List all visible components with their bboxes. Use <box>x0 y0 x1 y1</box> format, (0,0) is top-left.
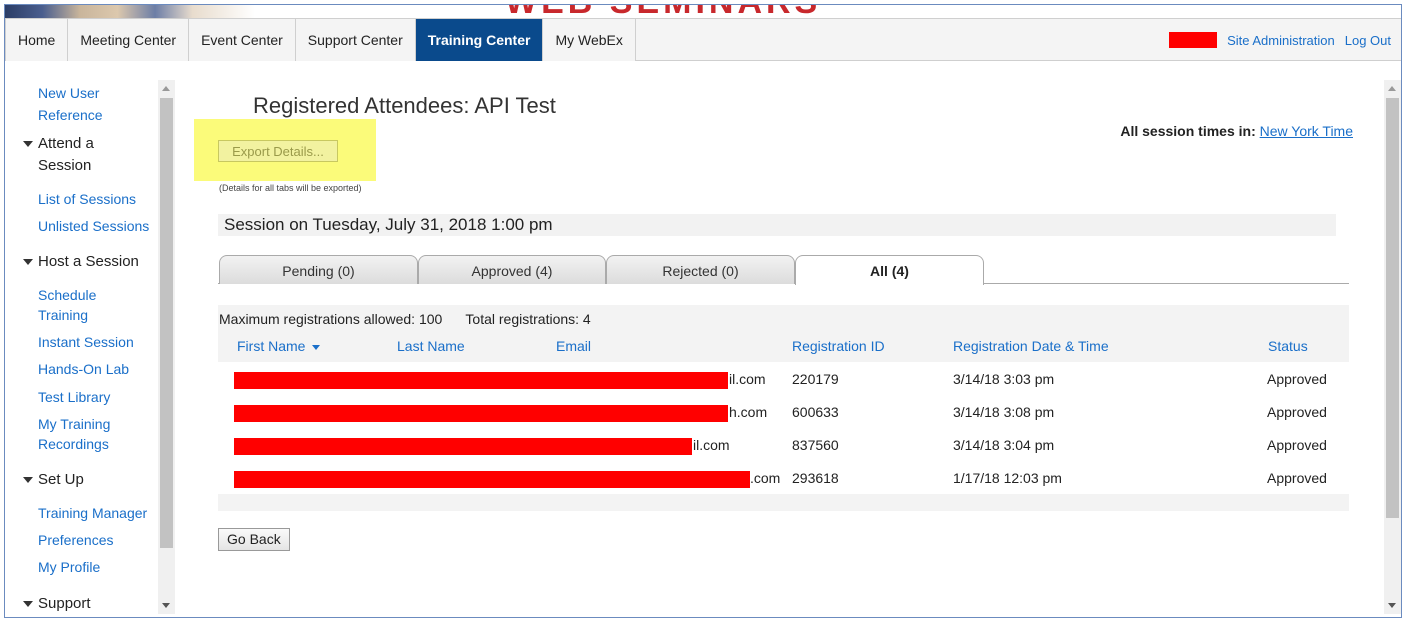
column-registration-id[interactable]: Registration ID <box>792 338 885 354</box>
column-status[interactable]: Status <box>1268 338 1308 354</box>
go-back-button[interactable]: Go Back <box>218 528 290 551</box>
table-row[interactable]: il.com 837560 3/14/18 3:04 pm Approved <box>218 428 1349 461</box>
sidebar-item-preferences[interactable]: Preferences <box>38 530 113 550</box>
tab-all[interactable]: All (4) <box>795 255 984 285</box>
registration-date: 3/14/18 3:08 pm <box>953 404 1055 420</box>
sidebar-item-training-manager[interactable]: Training Manager <box>38 503 147 523</box>
scroll-up-icon[interactable] <box>162 86 170 91</box>
tab-training-center[interactable]: Training Center <box>415 19 544 61</box>
export-details-button[interactable]: Export Details... <box>218 140 338 162</box>
status: Approved <box>1267 470 1327 486</box>
caret-down-icon <box>23 477 33 484</box>
sidebar-section-host[interactable]: Host a Session <box>23 251 139 273</box>
registration-id: 220179 <box>792 371 839 387</box>
product-tabs: Home Meeting Center Event Center Support… <box>5 19 636 61</box>
column-last-name[interactable]: Last Name <box>397 338 465 354</box>
nav-right: Site Administration Log Out <box>1169 19 1391 61</box>
email-tail: h.com <box>729 404 768 420</box>
status: Approved <box>1267 437 1327 453</box>
tab-event-center[interactable]: Event Center <box>189 19 296 61</box>
sort-down-icon <box>312 344 321 350</box>
session-timezone: All session times in: New York Time <box>1120 123 1353 139</box>
status: Approved <box>1267 404 1327 420</box>
email-tail: .com <box>750 470 781 486</box>
sidebar-section-attend-label-2: Session <box>38 157 92 174</box>
redacted-attendee-info <box>234 471 750 488</box>
banner: WEB SEMINARS <box>5 5 1401 18</box>
sidebar-section-set-up-label: Set Up <box>38 471 84 488</box>
sidebar-item-my-profile[interactable]: My Profile <box>38 557 100 577</box>
max-registrations: Maximum registrations allowed: 100 <box>219 311 443 327</box>
column-first-name[interactable]: First Name <box>237 338 321 354</box>
site-administration-link[interactable]: Site Administration <box>1227 33 1335 48</box>
timezone-label: All session times in: <box>1120 123 1256 139</box>
table-row[interactable]: .com 293618 1/17/18 12:03 pm Approved <box>218 461 1349 494</box>
caret-down-icon <box>23 601 33 608</box>
tab-meeting-center[interactable]: Meeting Center <box>68 19 190 61</box>
redacted-username <box>1169 32 1218 48</box>
registration-id: 293618 <box>792 470 839 486</box>
sidebar-section-support[interactable]: Support <box>23 593 91 615</box>
page-title: Registered Attendees: API Test <box>253 93 556 118</box>
column-email[interactable]: Email <box>556 338 591 354</box>
tab-home[interactable]: Home <box>5 19 69 61</box>
redacted-attendee-info <box>234 405 728 422</box>
timezone-link[interactable]: New York Time <box>1260 123 1353 139</box>
main-scroll-thumb[interactable] <box>1386 98 1399 518</box>
tab-pending[interactable]: Pending (0) <box>219 255 418 284</box>
banner-photo <box>5 5 255 18</box>
registration-id: 837560 <box>792 437 839 453</box>
tab-my-webex[interactable]: My WebEx <box>543 19 636 61</box>
registration-summary: Maximum registrations allowed: 100 Total… <box>219 311 591 327</box>
export-note: (Details for all tabs will be exported) <box>219 183 362 193</box>
total-registrations: Total registrations: 4 <box>465 311 591 327</box>
sidebar-item-new-user-reference-1[interactable]: New User <box>38 83 99 103</box>
redacted-attendee-info <box>234 372 728 389</box>
sidebar-section-host-label: Host a Session <box>38 253 139 270</box>
top-nav: Home Meeting Center Event Center Support… <box>5 18 1401 61</box>
sidebar-item-list-of-sessions[interactable]: List of Sessions <box>38 189 136 209</box>
session-heading: Session on Tuesday, July 31, 2018 1:00 p… <box>224 215 553 234</box>
caret-down-icon <box>23 259 33 266</box>
sidebar-section-support-label: Support <box>38 595 91 612</box>
sidebar-item-test-library[interactable]: Test Library <box>38 387 110 407</box>
log-out-link[interactable]: Log Out <box>1345 33 1391 48</box>
sidebar-item-schedule-training-2[interactable]: Training <box>38 305 88 325</box>
table-row[interactable]: il.com 220179 3/14/18 3:03 pm Approved <box>218 362 1349 395</box>
scroll-down-icon[interactable] <box>162 603 170 608</box>
registration-date: 1/17/18 12:03 pm <box>953 470 1062 486</box>
caret-down-icon <box>23 141 33 148</box>
scroll-up-icon[interactable] <box>1388 86 1396 91</box>
status: Approved <box>1267 371 1327 387</box>
sidebar-scroll-thumb[interactable] <box>160 98 173 548</box>
main-scrollbar[interactable] <box>1384 80 1401 614</box>
sidebar-section-set-up[interactable]: Set Up <box>23 469 84 491</box>
redacted-attendee-info <box>234 438 692 455</box>
registration-date: 3/14/18 3:03 pm <box>953 371 1055 387</box>
sidebar-item-unlisted-sessions[interactable]: Unlisted Sessions <box>38 216 149 236</box>
table-row[interactable]: h.com 600633 3/14/18 3:08 pm Approved <box>218 395 1349 428</box>
sidebar-section-attend-label: Attend a <box>38 135 94 152</box>
sidebar-item-schedule-training-1[interactable]: Schedule <box>38 285 96 305</box>
registration-date: 3/14/18 3:04 pm <box>953 437 1055 453</box>
tab-approved[interactable]: Approved (4) <box>418 255 606 284</box>
column-first-name-label: First Name <box>237 338 306 354</box>
email-tail: il.com <box>693 437 730 453</box>
sidebar-section-attend[interactable]: Attend a <box>23 133 94 155</box>
scroll-down-icon[interactable] <box>1388 603 1396 608</box>
sidebar-item-new-user-reference-2[interactable]: Reference <box>38 105 103 125</box>
email-tail: il.com <box>729 371 766 387</box>
sidebar-scrollbar[interactable] <box>158 80 175 614</box>
sidebar: New User Reference Attend a Session List… <box>5 75 157 615</box>
column-registration-date[interactable]: Registration Date & Time <box>953 338 1109 354</box>
browser-frame: WEB SEMINARS Home Meeting Center Event C… <box>4 4 1402 618</box>
sidebar-item-hands-on-lab[interactable]: Hands-On Lab <box>38 359 129 379</box>
banner-brand: WEB SEMINARS <box>505 5 821 18</box>
tab-support-center[interactable]: Support Center <box>295 19 416 61</box>
tab-rejected[interactable]: Rejected (0) <box>606 255 795 284</box>
sidebar-item-instant-session[interactable]: Instant Session <box>38 332 134 352</box>
sidebar-item-my-training-recordings-2[interactable]: Recordings <box>38 434 109 454</box>
registration-id: 600633 <box>792 404 839 420</box>
sidebar-item-my-training-recordings-1[interactable]: My Training <box>38 414 110 434</box>
